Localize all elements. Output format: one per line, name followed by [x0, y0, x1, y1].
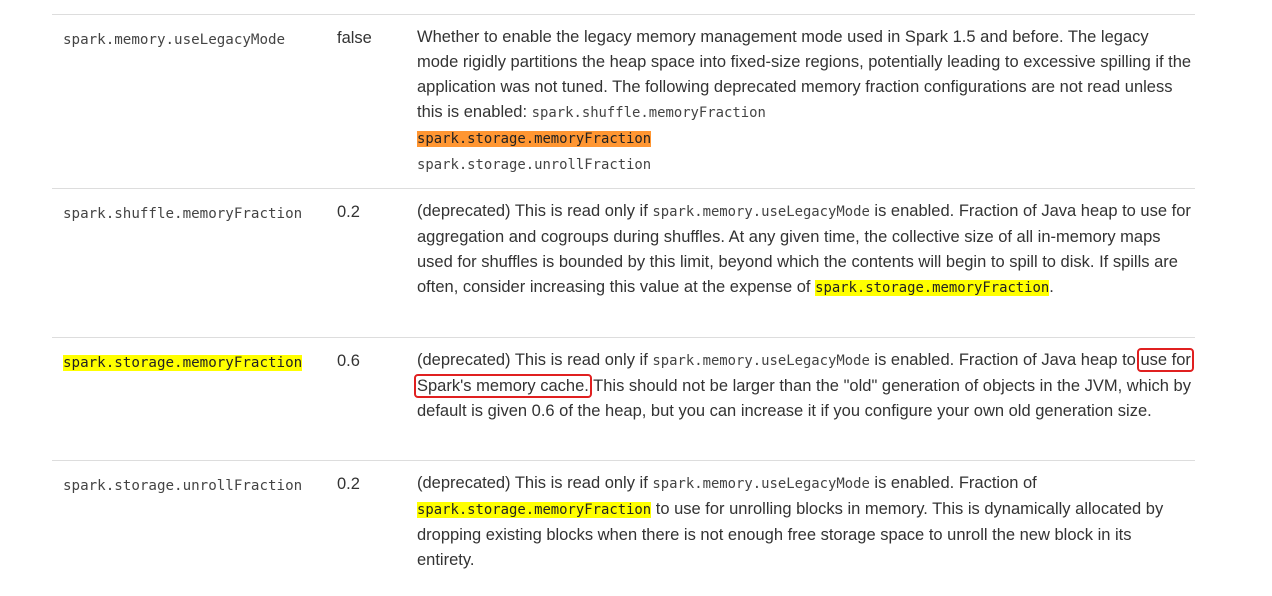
- config-table: spark.memory.useLegacyMode false Whether…: [52, 14, 1195, 591]
- table-row: spark.storage.unrollFraction 0.2 (deprec…: [52, 460, 1195, 591]
- search-match-highlight: spark.storage.memoryFraction: [815, 280, 1050, 296]
- search-match-highlight: spark.storage.memoryFraction: [63, 355, 303, 371]
- description-text: .: [1049, 278, 1054, 296]
- current-match-highlight: spark.storage.memoryFraction: [417, 131, 652, 147]
- property-description: Whether to enable the legacy memory mana…: [417, 25, 1193, 178]
- description-text: (deprecated) This is read only if: [417, 202, 653, 220]
- description-text: (deprecated) This is read only if: [417, 351, 653, 369]
- property-default: 0.2: [337, 475, 360, 493]
- description-text: (deprecated) This is read only if: [417, 474, 653, 492]
- property-description: (deprecated) This is read only if spark.…: [414, 348, 1194, 424]
- config-code: spark.storage.unrollFraction: [417, 157, 652, 173]
- search-match-highlight: spark.storage.memoryFraction: [417, 502, 652, 518]
- property-name: spark.memory.useLegacyMode: [63, 32, 286, 48]
- description-text: is enabled. Fraction of: [869, 474, 1037, 492]
- config-code: spark.shuffle.memoryFraction: [531, 105, 766, 121]
- config-code: spark.memory.useLegacyMode: [652, 476, 870, 492]
- property-name: spark.storage.unrollFraction: [63, 478, 303, 494]
- description-text: is enabled. Fraction of Java heap to: [869, 351, 1141, 369]
- property-name: spark.storage.memoryFraction: [63, 353, 303, 373]
- table-row: spark.shuffle.memoryFraction 0.2 (deprec…: [52, 188, 1195, 337]
- table-row: spark.memory.useLegacyMode false Whether…: [52, 14, 1195, 188]
- property-description: (deprecated) This is read only if spark.…: [417, 199, 1193, 301]
- property-name: spark.shuffle.memoryFraction: [63, 206, 303, 222]
- config-code: spark.memory.useLegacyMode: [652, 353, 870, 369]
- property-default: false: [337, 29, 372, 47]
- property-default: 0.2: [337, 203, 360, 221]
- table-row: spark.storage.memoryFraction 0.6 (deprec…: [52, 337, 1195, 460]
- property-default: 0.6: [337, 352, 360, 370]
- config-code: spark.memory.useLegacyMode: [652, 204, 870, 220]
- property-description: (deprecated) This is read only if spark.…: [417, 471, 1193, 573]
